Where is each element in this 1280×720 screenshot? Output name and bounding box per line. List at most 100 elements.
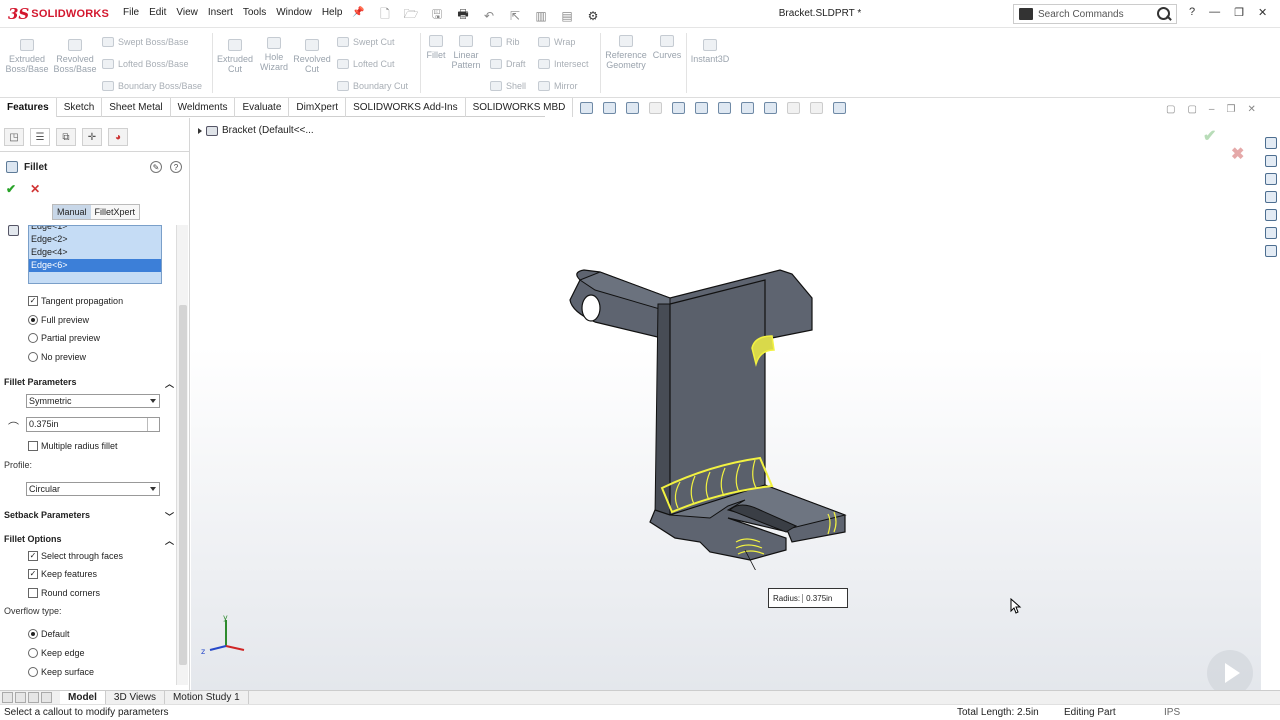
select-through-faces-checkbox[interactable]: ✓ [28, 551, 38, 561]
curves-button[interactable]: Curves [650, 35, 684, 60]
help-icon[interactable]: ? [1189, 6, 1195, 19]
help-icon[interactable]: ? [170, 161, 182, 173]
menu-insert[interactable]: Insert [203, 7, 238, 18]
feature-tree-root[interactable]: Bracket (Default<<... [222, 125, 314, 136]
next-tab-icon[interactable] [28, 692, 39, 703]
no-preview-radio[interactable] [28, 352, 38, 362]
radius-input[interactable]: 0.375in [26, 417, 160, 432]
fillet-options-header[interactable]: Fillet Options ︿ [4, 534, 174, 547]
options-gear-icon[interactable]: ⚙ [583, 9, 603, 23]
custom-properties-icon[interactable] [1264, 245, 1277, 257]
radius-spinner[interactable] [147, 418, 159, 431]
tab-evaluate[interactable]: Evaluate [235, 98, 290, 117]
wrap-button[interactable]: Wrap [538, 37, 575, 47]
property-manager-tab[interactable]: ☰ [30, 128, 50, 146]
swept-cut-button[interactable]: Swept Cut [337, 37, 395, 47]
extruded-cut-button[interactable]: Extruded Cut [215, 39, 255, 74]
draft-button[interactable]: Draft [490, 59, 526, 69]
bracket-model[interactable] [560, 260, 860, 570]
unit-system[interactable]: IPS [1164, 707, 1180, 718]
menu-help[interactable]: Help [317, 7, 348, 18]
solidworks-logo[interactable]: 3S SOLIDWORKS [8, 5, 109, 23]
last-tab-icon[interactable] [41, 692, 52, 703]
print-icon[interactable]: 🖶 [453, 5, 473, 26]
save-icon[interactable]: 🖫 [427, 5, 447, 26]
tab-weldments[interactable]: Weldments [171, 98, 236, 117]
design-library-icon[interactable] [1264, 173, 1277, 185]
boundary-boss-button[interactable]: Boundary Boss/Base [102, 81, 202, 91]
multiple-radius-option[interactable]: Multiple radius fillet [28, 441, 118, 451]
reference-geometry-button[interactable]: Reference Geometry [604, 35, 648, 70]
overflow-default-radio[interactable] [28, 629, 38, 639]
expand-icon[interactable]: ﹀ [165, 510, 174, 523]
resources-icon[interactable] [1264, 155, 1277, 167]
zoom-to-area-icon[interactable] [603, 102, 616, 114]
tab-model[interactable]: Model [60, 690, 106, 705]
intersect-button[interactable]: Intersect [538, 59, 589, 69]
linear-pattern-button[interactable]: Linear Pattern [450, 35, 482, 70]
open-icon[interactable]: 🗁 [401, 5, 421, 26]
overflow-keep-surface-radio[interactable] [28, 667, 38, 677]
menu-tools[interactable]: Tools [238, 7, 271, 18]
setback-parameters-header[interactable]: Setback Parameters ﹀ [4, 510, 174, 523]
rib-button[interactable]: Rib [490, 37, 520, 47]
menu-file[interactable]: File [118, 7, 144, 18]
feature-tree-flyout[interactable]: Bracket (Default<<... [198, 125, 314, 136]
restore-button[interactable]: ❐ [1234, 6, 1244, 19]
rebuild-icon[interactable]: ▥ [531, 9, 551, 23]
tab-sheet-metal[interactable]: Sheet Metal [102, 98, 171, 117]
search-icon[interactable] [1156, 6, 1172, 22]
tab-mbd[interactable]: SOLIDWORKS MBD [466, 98, 574, 117]
close-button[interactable]: ✕ [1258, 6, 1267, 19]
list-item[interactable]: Edge<2> [29, 233, 161, 246]
tab-sketch[interactable]: Sketch [57, 98, 103, 117]
list-item-selected[interactable]: Edge<6> [29, 259, 161, 272]
dimxpert-manager-tab[interactable]: ✛ [82, 128, 102, 146]
apply-scene-icon[interactable] [787, 102, 800, 114]
display-pane-icon[interactable] [833, 102, 846, 114]
previous-view-icon[interactable] [626, 102, 639, 114]
menu-edit[interactable]: Edit [144, 7, 171, 18]
file-explorer-icon[interactable] [1264, 191, 1277, 203]
display-style-icon[interactable] [718, 102, 731, 114]
overflow-keep-edge-radio[interactable] [28, 648, 38, 658]
edit-appearance-icon[interactable] [764, 102, 777, 114]
lofted-boss-button[interactable]: Lofted Boss/Base [102, 59, 189, 69]
view-palette-icon[interactable] [1264, 209, 1277, 221]
dynamic-annotation-icon[interactable] [672, 102, 685, 114]
view-orientation-icon[interactable] [695, 102, 708, 114]
manual-mode-button[interactable]: Manual [53, 205, 91, 219]
zoom-to-fit-icon[interactable] [580, 102, 593, 114]
extruded-boss-button[interactable]: Extruded Boss/Base [4, 39, 50, 74]
collapse-icon[interactable]: ︿ [165, 534, 174, 547]
fillet-method-select[interactable]: Symmetric [26, 394, 160, 408]
overflow-keep-surface-option[interactable]: Keep surface [28, 667, 94, 677]
instant3d-button[interactable]: Instant3D [688, 39, 732, 64]
select-icon[interactable]: ⇱ [505, 9, 525, 23]
first-tab-icon[interactable] [2, 692, 13, 703]
edges-list[interactable]: Edge<1> Edge<2> Edge<4> Edge<6> [28, 225, 162, 284]
expand-caret-icon[interactable] [198, 127, 202, 134]
display-manager-tab[interactable]: ◕ [108, 128, 128, 146]
search-input[interactable]: Search Commands [1038, 9, 1156, 20]
tangent-propagation-checkbox[interactable]: ✓ [28, 296, 38, 306]
overflow-default-option[interactable]: Default [28, 629, 70, 639]
full-preview-radio[interactable] [28, 315, 38, 325]
minimize-button[interactable]: — [1209, 6, 1220, 19]
tab-addins[interactable]: SOLIDWORKS Add-Ins [346, 98, 466, 117]
boundary-cut-button[interactable]: Boundary Cut [337, 81, 408, 91]
no-preview-option[interactable]: No preview [28, 352, 86, 362]
cancel-button[interactable]: ✕ [30, 182, 40, 196]
confirm-corner-ok-icon[interactable]: ✔ [1203, 126, 1216, 146]
configuration-manager-tab[interactable]: ⧉ [56, 128, 76, 146]
tab-3d-views[interactable]: 3D Views [106, 690, 165, 705]
scrollbar-thumb[interactable] [179, 305, 187, 665]
search-commands[interactable]: Search Commands [1013, 4, 1177, 24]
keep-features-checkbox[interactable]: ✓ [28, 569, 38, 579]
partial-preview-option[interactable]: Partial preview [28, 333, 100, 343]
list-item[interactable]: Edge<1> [29, 226, 161, 233]
viewport-restore-icon[interactable]: ❐ [1226, 104, 1235, 115]
radius-callout[interactable]: Radius: 0.375in [768, 588, 848, 608]
hole-wizard-button[interactable]: Hole Wizard [255, 37, 293, 72]
view-settings-icon[interactable] [810, 102, 823, 114]
